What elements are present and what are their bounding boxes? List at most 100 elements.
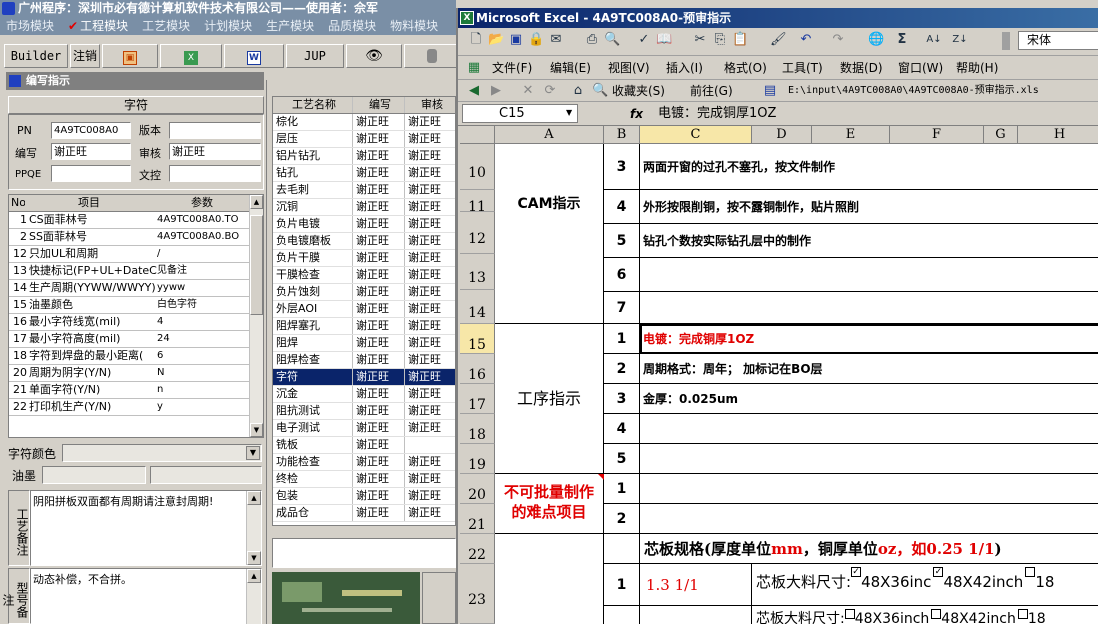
ink-field[interactable] [42,466,146,484]
item-number[interactable]: 3 [604,144,640,190]
new-icon[interactable]: 🗋 [468,32,484,48]
item-text[interactable] [640,292,1098,324]
database-button[interactable] [404,44,456,68]
column-header-h[interactable]: H [1018,126,1098,144]
scroll-up-icon[interactable]: ▲ [247,569,261,583]
row23-spec[interactable]: 1.3 1/1 [640,564,752,606]
op-row[interactable]: 终检 谢正旺 谢正旺 [273,471,455,488]
worksheet-grid[interactable]: A B C D E F G H 10 11 12 13 14 15 16 17 18 19 20 21… [460,126,1098,624]
word-button[interactable]: W [224,44,284,68]
row-header[interactable]: 13 [460,254,495,290]
op-row[interactable]: 负电镀磨板 谢正旺 谢正旺 [273,233,455,250]
item-text[interactable]: 两面开窗的过孔不塞孔，按文件制作 [640,144,1098,190]
permission-icon[interactable]: 🔒 [528,32,544,48]
item-text[interactable] [640,504,1098,534]
active-cell-c15[interactable]: 电镀：完成铜厚1OZ [640,324,1098,354]
menu-help[interactable]: 帮助(H) [956,56,998,80]
op-row[interactable]: 阻焊检查 谢正旺 谢正旺 [273,352,455,369]
menu-process[interactable]: 工艺模块 [142,17,190,35]
spelling-icon[interactable]: ✓ [636,32,652,48]
item-number[interactable]: 5 [604,224,640,258]
scroll-thumb[interactable] [250,215,263,315]
favorites-menu[interactable]: 收藏夹(S) [612,80,665,102]
item-text[interactable] [640,444,1098,474]
param-row[interactable]: 13 快捷标记(FP+UL+DateCo 见备注 [9,263,263,280]
scroll-down-icon[interactable]: ▼ [250,423,263,437]
op-row[interactable]: 成品仓 谢正旺 谢正旺 [273,505,455,522]
jup-button[interactable]: JUP [286,44,344,68]
column-header-g[interactable]: G [984,126,1018,144]
type-note-scrollbar[interactable]: ▲ [246,569,261,624]
undo-icon[interactable]: ↶ [798,32,814,48]
logout-button[interactable]: 注销 [70,44,100,68]
menu-format[interactable]: 格式(O) [724,56,767,80]
open-icon[interactable]: 📂 [488,32,504,48]
process-section-label[interactable]: 工序指示 [495,324,604,474]
forward-icon[interactable]: ▶ [488,83,504,99]
item-number[interactable]: 4 [604,190,640,224]
menu-edit[interactable]: 编辑(E) [550,56,591,80]
email-icon[interactable]: ✉ [548,32,564,48]
item-text[interactable] [640,258,1098,292]
sheet-menu-icon[interactable]: ▦ [466,60,482,76]
param-row[interactable]: 18 字符到焊盘的最小距离(6 [9,348,263,365]
font-name-box[interactable]: 宋体 [1018,31,1098,50]
param-scrollbar[interactable]: ▲ ▼ [249,195,263,437]
checkbox-48x36-row2[interactable] [844,609,855,619]
row-header[interactable]: 20 [460,474,495,504]
column-header-f[interactable]: F [890,126,984,144]
back-icon[interactable]: ◀ [466,83,482,99]
ppqe-field[interactable] [51,165,131,182]
powerpoint-button[interactable]: ▣ [102,44,158,68]
note-scrollbar[interactable]: ▲ ▼ [246,491,261,565]
go-menu[interactable]: 前往(G) [690,80,733,102]
menu-insert[interactable]: 插入(I) [666,56,703,80]
formula-input[interactable]: 电镀：完成铜厚1OZ [658,104,776,124]
cam-section-label[interactable]: CAM指示 [495,144,604,324]
item-text[interactable] [640,414,1098,444]
hyperlink-icon[interactable]: 🌐 [868,32,884,48]
row-header[interactable]: 14 [460,290,495,324]
param-row[interactable]: 15 油墨颜色 白色字符 [9,297,263,314]
op-row[interactable]: 棕化 谢正旺 谢正旺 [273,114,455,131]
op-row[interactable]: 电子测试 谢正旺 谢正旺 [273,420,455,437]
item-number[interactable]: 5 [604,444,640,474]
op-row[interactable]: 铝片钻孔 谢正旺 谢正旺 [273,148,455,165]
column-header-a[interactable]: A [495,126,604,144]
row-header[interactable]: 23 [460,564,495,624]
type-note-text[interactable]: 动态补偿，不合拼。 [30,568,262,624]
search-web-icon[interactable]: 🔍 [592,83,608,99]
menu-plan[interactable]: 计划模块 [204,17,252,35]
op-row[interactable]: 字符 谢正旺 谢正旺 [273,369,455,386]
review-field[interactable]: 谢正旺 [169,143,261,160]
op-row[interactable]: 阻抗测试 谢正旺 谢正旺 [273,403,455,420]
item-number[interactable]: 1 [604,324,640,354]
autosum-icon[interactable]: Σ [894,32,910,48]
menu-tools[interactable]: 工具(T) [782,56,823,80]
format-painter-icon[interactable]: 🖌 [770,32,787,48]
item-text[interactable]: 钻孔个数按实际钻孔层中的制作 [640,224,1098,258]
select-all-corner[interactable] [460,126,495,144]
menu-engineering[interactable]: ✔ 工程模块 [68,17,128,35]
print-preview-icon[interactable]: 🔍 [604,32,620,48]
param-row[interactable]: 2 SS面菲林号 4A9TC008A0.BO [9,229,263,246]
param-row[interactable]: 16 最小字符线宽(mil) 4 [9,314,263,331]
hard-section-label[interactable]: 不可批量制作的难点项目 [495,474,604,534]
item-number[interactable]: 6 [604,258,640,292]
op-row[interactable]: 功能检查 谢正旺 谢正旺 [273,454,455,471]
param-row[interactable]: 14 生产周期(YYWW/WWYY) yyww [9,280,263,297]
process-note-text[interactable]: 阴阳拼板双面都有周期请注意封周期! [30,490,262,566]
menu-production[interactable]: 生产模块 [266,17,314,35]
char-color-select[interactable]: ▼ [62,444,262,462]
op-text-field[interactable] [272,538,456,568]
checkbox-18-row2[interactable] [1017,609,1028,619]
op-row[interactable]: 沉金 谢正旺 谢正旺 [273,386,455,403]
param-row[interactable]: 20 周期为阴字(Y/N) N [9,365,263,382]
op-row[interactable]: 铣板 谢正旺 [273,437,455,454]
paste-icon[interactable]: 📋 [732,32,748,48]
menu-market[interactable]: 市场模块 [6,17,54,35]
scroll-down-icon[interactable]: ▼ [247,551,261,565]
item-number[interactable]: 4 [604,414,640,444]
row-header[interactable]: 19 [460,444,495,474]
item-text[interactable]: 金厚：0.025um [640,384,1098,414]
